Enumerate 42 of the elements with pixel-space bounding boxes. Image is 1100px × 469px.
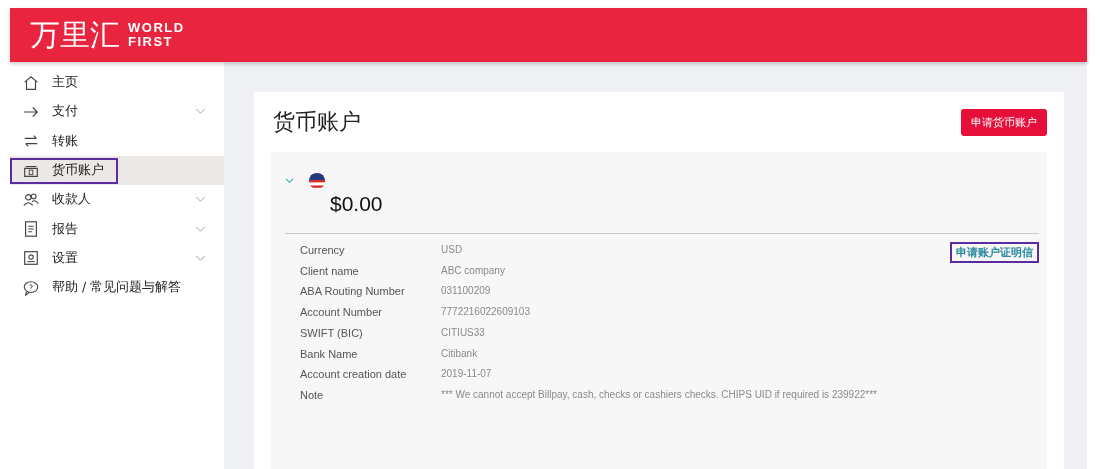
chevron-down-icon[interactable] (285, 178, 294, 184)
detail-label: Currency (300, 243, 346, 258)
detail-value: Citibank (441, 346, 479, 361)
home-icon (22, 73, 40, 92)
sidebar-item[interactable]: 帮助 / 常见问题与解答 (10, 273, 224, 303)
detail-value: ABC company (441, 263, 506, 278)
document-icon (22, 220, 40, 239)
sidebar-item[interactable]: 收款人 (10, 185, 224, 215)
detail-value: 031100209 (441, 284, 492, 299)
logo-text: FIRST (128, 35, 175, 49)
logo-text: WORLD (128, 21, 185, 35)
people-icon (22, 190, 40, 209)
certificate-link[interactable]: 申请账户证明信 (950, 242, 1039, 263)
sidebar-item[interactable]: 报告 (10, 214, 224, 244)
apply-account-button[interactable]: 申请货币账户 (961, 108, 1047, 136)
chevron-down-icon (195, 254, 206, 262)
chevron-down-icon (195, 108, 206, 116)
chevron-down-icon (195, 225, 206, 233)
profile-card-icon (22, 249, 40, 268)
detail-value: 7772216022609103 (441, 305, 531, 320)
detail-value: 2019-11-07 (441, 367, 493, 382)
balance-amount: $0.00 (330, 192, 383, 216)
chevron-down-icon (195, 196, 206, 204)
detail-label: Note (300, 387, 325, 403)
sidebar-item[interactable]: 设置 (10, 243, 224, 274)
sidebar-item[interactable]: 货币账户 (10, 155, 224, 186)
detail-label: Bank Name (300, 346, 359, 362)
logo-text: 万里汇 (30, 15, 120, 54)
page-title: 货币账户 (273, 108, 361, 136)
detail-value: *** We cannot accept Billpay, cash, checks or cashiers checks. CHIPS UID if required is 239922*** (441, 387, 877, 402)
sidebar-item[interactable]: 转账 (10, 126, 224, 156)
detail-label: SWIFT (BIC) (300, 325, 364, 341)
detail-label: ABA Routing Number (300, 284, 406, 300)
detail-value: CITIUS33 (441, 325, 486, 340)
flag-icon (308, 172, 326, 190)
help-bubble-icon (22, 278, 40, 297)
detail-label: Client name (300, 263, 360, 279)
detail-label: Account Number (300, 305, 383, 321)
sidebar-item[interactable]: 主页 (10, 68, 224, 98)
detail-label: Account creation date (300, 367, 408, 383)
detail-value: USD (441, 243, 464, 257)
sidebar-item[interactable]: 支付 (10, 97, 224, 127)
